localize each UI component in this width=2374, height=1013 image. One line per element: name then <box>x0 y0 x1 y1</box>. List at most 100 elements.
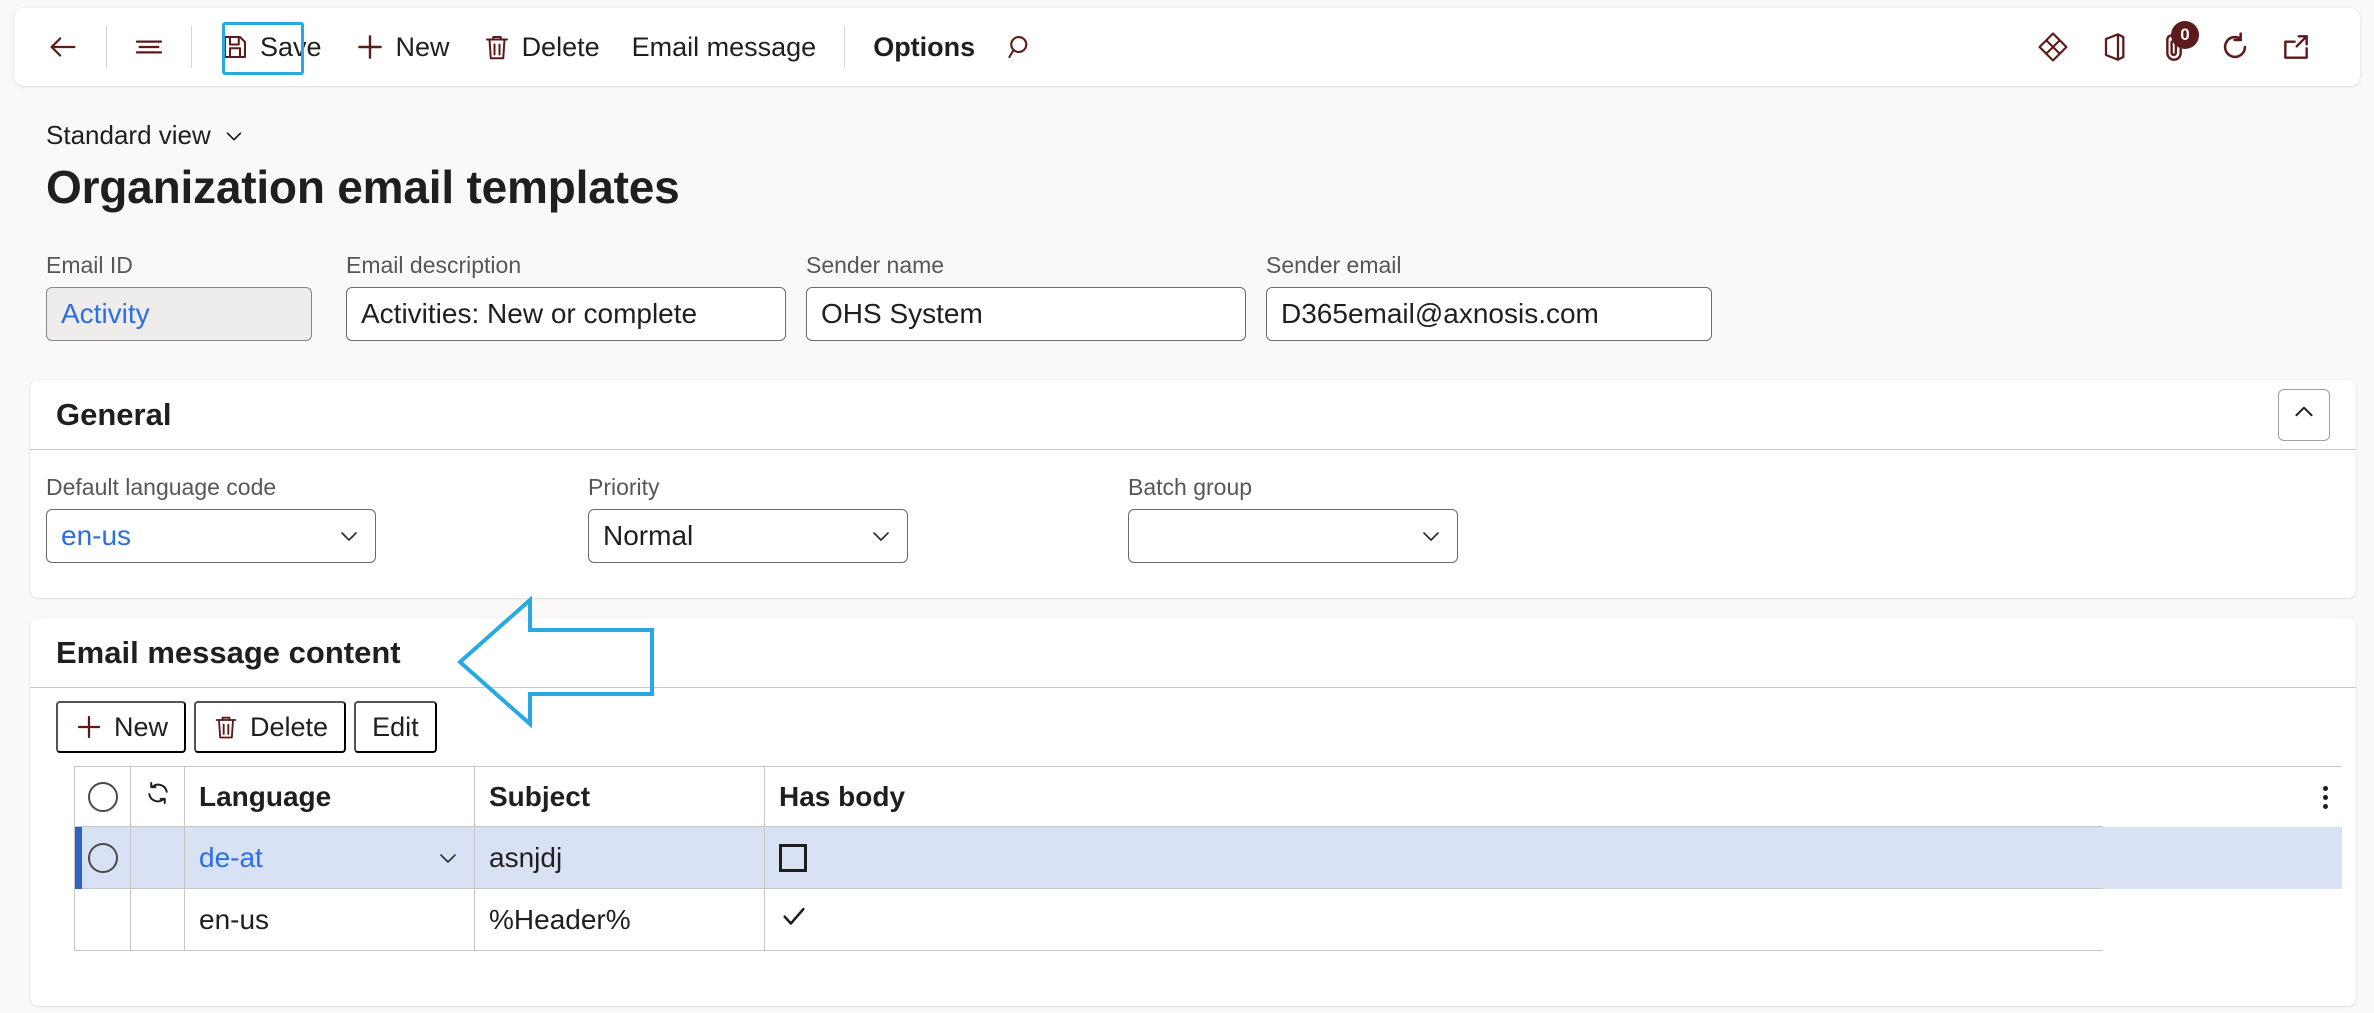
chevron-up-icon <box>2291 399 2317 430</box>
email-description-label: Email description <box>346 252 522 278</box>
view-selector[interactable]: Standard view <box>46 120 245 151</box>
header-fields: Email ID Activity Email description Acti… <box>46 252 1726 341</box>
general-section: General Default language code en-us Prio… <box>30 380 2356 598</box>
email-description-input[interactable]: Activities: New or complete <box>346 287 786 341</box>
email-id-input[interactable]: Activity <box>46 287 312 341</box>
priority-select[interactable]: Normal <box>588 509 908 563</box>
chevron-down-icon <box>223 125 245 147</box>
sender-name-label: Sender name <box>806 252 945 278</box>
delete-button-label: Delete <box>521 31 600 62</box>
search-button[interactable] <box>991 20 1049 74</box>
priority-group: Priority Normal <box>588 474 1128 563</box>
attachments-button[interactable]: 0 <box>2144 20 2204 74</box>
row-status-header-cell <box>131 767 185 827</box>
chevron-down-icon <box>1419 524 1443 548</box>
circle-select-icon[interactable] <box>87 842 118 873</box>
email-message-content-section: Email message content New Delete Edit La… <box>30 618 2356 1006</box>
refresh-button[interactable] <box>2204 20 2266 74</box>
row-selection-indicator <box>75 827 82 889</box>
office-button[interactable] <box>2084 20 2144 74</box>
grid-delete-button[interactable]: Delete <box>194 701 347 753</box>
email-description-field-group: Email description Activities: New or com… <box>346 252 806 341</box>
back-button[interactable] <box>32 20 94 74</box>
save-button-label: Save <box>260 31 322 62</box>
chevron-down-icon <box>337 524 361 548</box>
grid-edit-label: Edit <box>372 711 419 742</box>
default-language-code-select[interactable]: en-us <box>46 509 376 563</box>
has-body-checkmark-icon <box>779 901 809 938</box>
diamond-relationship-icon <box>2036 30 2070 64</box>
open-in-new-window-button[interactable] <box>2266 20 2326 74</box>
options-button[interactable]: Options <box>857 20 991 74</box>
refresh-row-icon <box>144 779 172 814</box>
column-header-language[interactable]: Language <box>185 767 475 827</box>
sender-email-field-group: Sender email D365email@axnosis.com <box>1266 252 1726 341</box>
circle-select-icon[interactable] <box>87 781 118 812</box>
batch-group-select[interactable] <box>1128 509 1458 563</box>
view-selector-label: Standard view <box>46 120 211 150</box>
delete-button[interactable]: Delete <box>466 20 616 74</box>
refresh-icon <box>2218 30 2252 64</box>
toolbar-divider <box>191 26 192 68</box>
attachment-count-badge: 0 <box>2171 21 2199 49</box>
email-description-value: Activities: New or complete <box>361 298 698 329</box>
cell-has-body[interactable] <box>765 889 2103 951</box>
more-vertical-icon[interactable] <box>2323 767 2328 827</box>
sender-email-value: D365email@axnosis.com <box>1281 298 1599 329</box>
new-button[interactable]: New <box>338 20 466 74</box>
grid-header-row: Language Subject Has body <box>75 767 2342 827</box>
cell-subject[interactable]: %Header% <box>475 889 765 951</box>
plus-icon <box>74 712 104 742</box>
sender-name-input[interactable]: OHS System <box>806 287 1246 341</box>
column-header-subject[interactable]: Subject <box>475 767 765 827</box>
row-select-cell[interactable] <box>75 889 131 951</box>
trash-icon <box>212 713 240 741</box>
cell-language[interactable]: en-us <box>185 889 475 951</box>
toolbar-divider <box>844 26 846 68</box>
grid-new-button[interactable]: New <box>56 701 187 753</box>
back-arrow-icon <box>46 30 80 64</box>
cell-has-body[interactable] <box>765 827 2103 889</box>
table-row[interactable]: en-us %Header% <box>75 889 2342 951</box>
office-icon <box>2098 31 2130 63</box>
grid-toolbar: New Delete Edit <box>30 688 2356 766</box>
app-root: Save New Delete Email message Options 0 … <box>0 0 2374 1013</box>
sender-email-label: Sender email <box>1266 252 1402 278</box>
sender-email-input[interactable]: D365email@axnosis.com <box>1266 287 1712 341</box>
default-language-code-label: Default language code <box>46 474 277 500</box>
email-content-grid: Language Subject Has body de-at asnjdj e… <box>74 766 2342 951</box>
table-row[interactable]: de-at asnjdj <box>75 827 2342 889</box>
row-status-cell <box>131 827 185 889</box>
grid-delete-label: Delete <box>250 711 329 742</box>
email-message-button[interactable]: Email message <box>616 20 833 74</box>
general-collapse-button[interactable] <box>2278 388 2330 441</box>
command-bar: Save New Delete Email message Options 0 <box>14 8 2360 86</box>
email-id-field-group: Email ID Activity <box>46 252 346 341</box>
column-header-has-body[interactable]: Has body <box>765 767 2103 827</box>
chevron-down-icon[interactable] <box>436 846 460 870</box>
cell-language[interactable]: de-at <box>185 827 475 889</box>
row-select-cell[interactable] <box>75 827 131 889</box>
default-language-code-value: en-us <box>61 520 132 551</box>
grid-edit-button[interactable]: Edit <box>354 701 437 753</box>
save-button[interactable]: Save <box>204 20 338 74</box>
email-id-label: Email ID <box>46 252 133 278</box>
general-section-title: General <box>56 396 172 432</box>
has-body-checkbox-unchecked[interactable] <box>779 843 807 872</box>
command-bar-right-group: 0 <box>2022 8 2360 86</box>
page-title: Organization email templates <box>46 161 680 213</box>
general-section-header: General <box>30 380 2356 450</box>
dot <box>2323 785 2328 791</box>
general-section-body: Default language code en-us Priority Nor… <box>30 450 2356 563</box>
cell-language-value: de-at <box>199 841 263 873</box>
priority-label: Priority <box>588 474 660 500</box>
cell-subject[interactable]: asnjdj <box>475 827 765 889</box>
dot <box>2323 803 2328 809</box>
relationships-button[interactable] <box>2022 20 2084 74</box>
select-all-cell[interactable] <box>75 767 131 827</box>
open-in-new-window-icon <box>2280 31 2312 63</box>
show-hide-navigation-button[interactable] <box>119 20 179 74</box>
priority-value: Normal <box>603 520 694 551</box>
trash-icon <box>482 32 512 62</box>
new-button-label: New <box>395 31 450 62</box>
